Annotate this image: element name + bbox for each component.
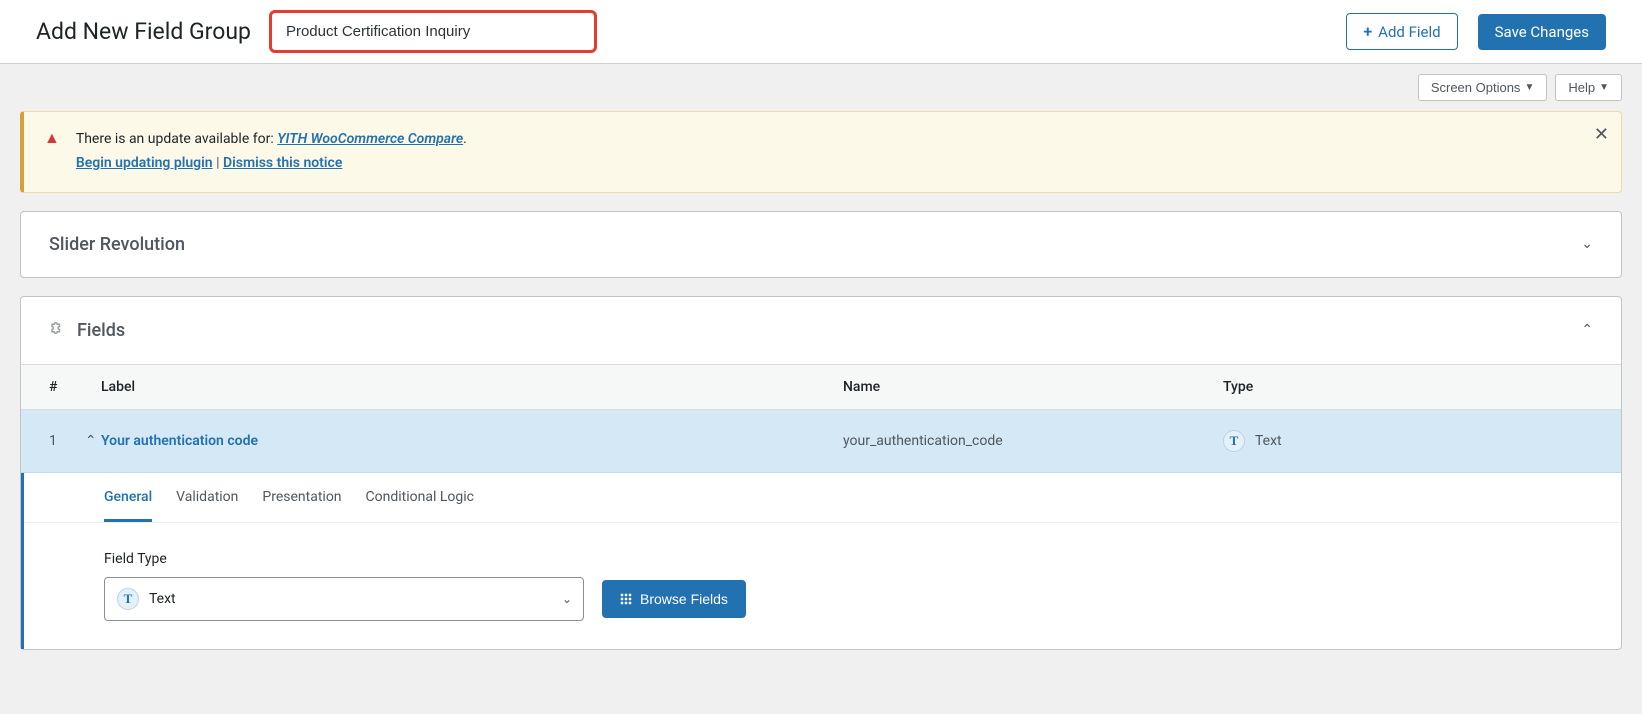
type-badge-icon: T — [1223, 430, 1245, 452]
table-row[interactable]: 1 ⌃ Your authentication code your_authen… — [21, 410, 1621, 473]
plugin-link[interactable]: YITH WooCommerce Compare — [277, 131, 463, 147]
caret-down-icon: ▼ — [1599, 82, 1609, 93]
help-button[interactable]: Help ▼ — [1555, 74, 1622, 101]
fields-table-header: # Label Name Type — [21, 364, 1621, 410]
type-badge-icon: T — [117, 588, 139, 610]
screen-options-button[interactable]: Screen Options ▼ — [1418, 74, 1548, 101]
field-type-label: Field Type — [104, 551, 1593, 567]
fields-panel-title: Fields — [49, 319, 125, 342]
col-header-num: # — [49, 379, 101, 395]
col-header-label: Label — [101, 379, 843, 395]
tab-presentation[interactable]: Presentation — [262, 473, 341, 522]
row-num: 1 ⌃ — [49, 433, 101, 449]
save-label: Save Changes — [1495, 23, 1589, 41]
field-settings-tabs-body: General Validation Presentation Conditio… — [21, 473, 1621, 649]
save-changes-button[interactable]: Save Changes — [1478, 14, 1606, 50]
row-label: Your authentication code — [101, 433, 843, 449]
browse-fields-button[interactable]: Browse Fields — [602, 580, 746, 618]
slider-revolution-toggle[interactable]: Slider Revolution ⌄ — [21, 212, 1621, 277]
tab-conditional-logic[interactable]: Conditional Logic — [366, 473, 474, 522]
chevron-up-icon: ⌃ — [1581, 322, 1593, 338]
col-header-type: Type — [1223, 379, 1593, 395]
col-header-name: Name — [843, 379, 1223, 395]
slider-revolution-panel: Slider Revolution ⌄ — [20, 211, 1622, 278]
add-field-label: Add Field — [1378, 23, 1440, 41]
caret-down-icon: ▼ — [1524, 82, 1534, 93]
row-type: T Text — [1223, 430, 1593, 452]
warning-icon: ▲ — [44, 128, 60, 148]
slider-revolution-title: Slider Revolution — [49, 234, 185, 255]
field-type-select-wrap: T Text ⌄ — [104, 577, 584, 621]
field-type-select[interactable]: T Text — [104, 577, 584, 621]
begin-updating-link[interactable]: Begin updating plugin — [76, 155, 213, 171]
tab-validation[interactable]: Validation — [176, 473, 238, 522]
field-group-title-input[interactable] — [271, 12, 595, 51]
field-label-link[interactable]: Your authentication code — [101, 433, 258, 449]
close-icon[interactable]: ✕ — [1594, 124, 1609, 145]
update-notice: ▲ There is an update available for: YITH… — [20, 111, 1622, 193]
chevron-up-icon[interactable]: ⌃ — [85, 433, 97, 449]
tab-general[interactable]: General — [104, 473, 152, 522]
fields-panel: Fields ⌃ # Label Name Type 1 ⌃ Your auth… — [20, 296, 1622, 650]
add-field-button[interactable]: + Add Field — [1346, 13, 1457, 50]
row-name: your_authentication_code — [843, 433, 1223, 449]
notice-body: There is an update available for: YITH W… — [76, 128, 467, 176]
field-settings: Field Type T Text ⌄ Browse Fields — [24, 523, 1621, 649]
grid-icon — [620, 593, 632, 605]
plus-icon: + — [1363, 22, 1372, 41]
fields-panel-toggle[interactable]: Fields ⌃ — [21, 297, 1621, 364]
page-title: Add New Field Group — [36, 18, 251, 45]
top-bar: Add New Field Group + Add Field Save Cha… — [0, 0, 1642, 64]
puzzle-icon — [49, 319, 67, 342]
settings-tabs: General Validation Presentation Conditio… — [24, 473, 1621, 523]
screen-options-row: Screen Options ▼ Help ▼ — [20, 64, 1622, 111]
chevron-down-icon: ⌄ — [1581, 236, 1593, 252]
dismiss-notice-link[interactable]: Dismiss this notice — [223, 155, 342, 171]
title-input-highlight — [271, 12, 595, 51]
